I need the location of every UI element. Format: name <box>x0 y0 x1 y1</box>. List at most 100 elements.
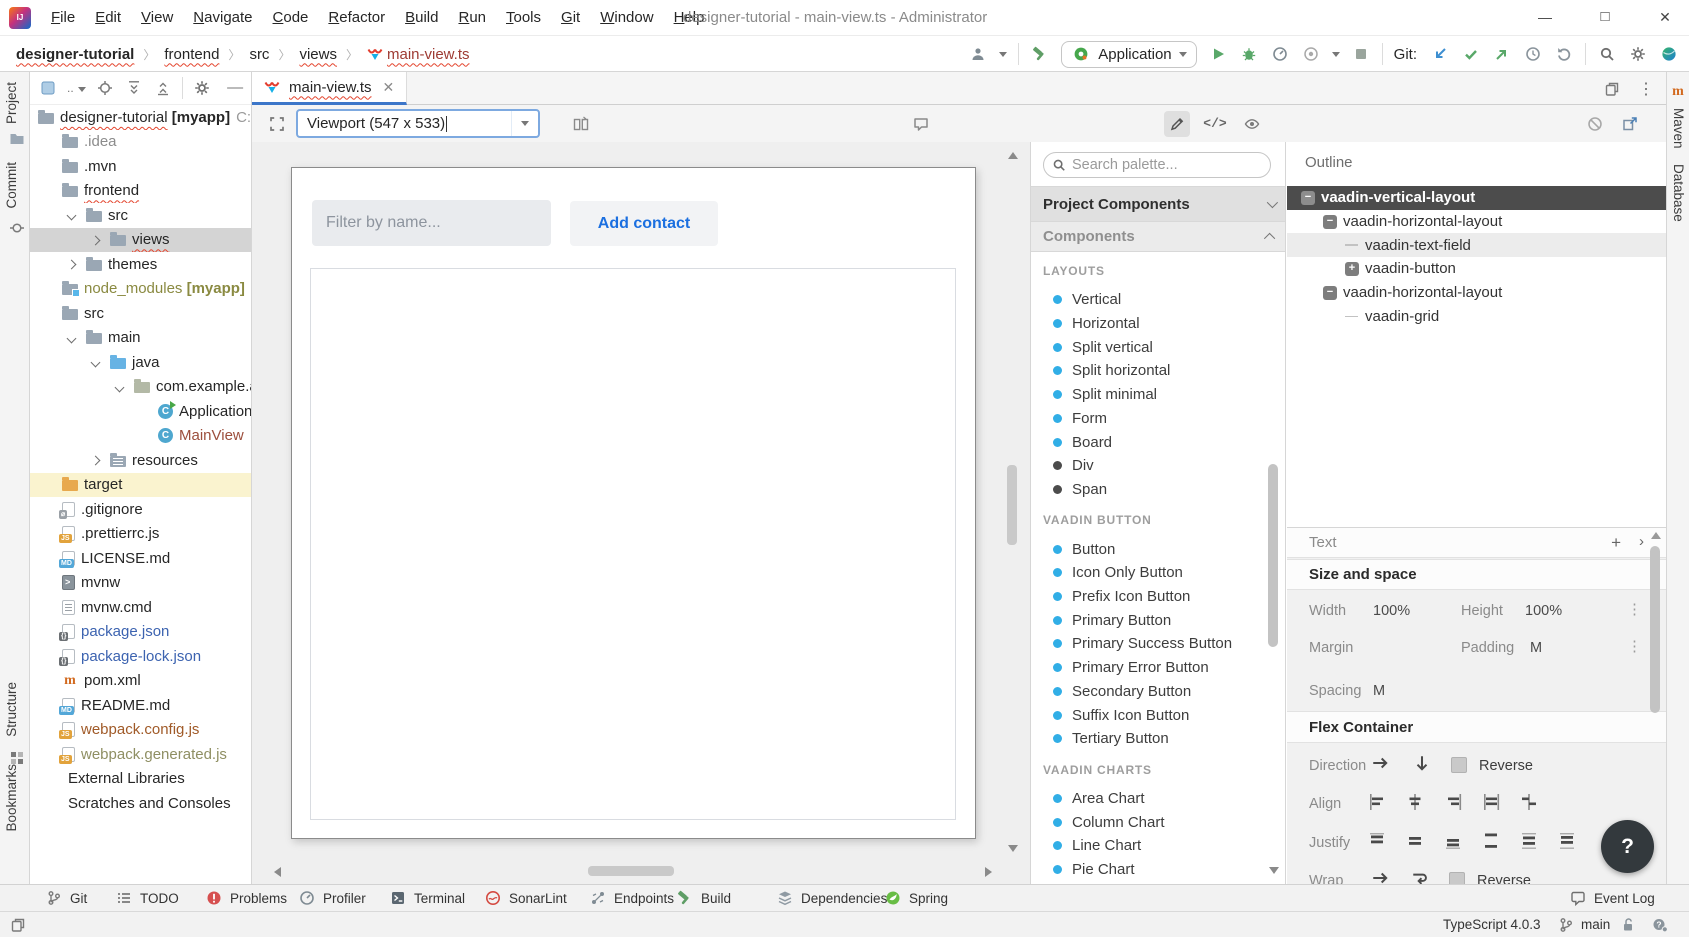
run-config-dropdown-icon[interactable] <box>1179 52 1187 57</box>
wrap-icon[interactable] <box>1411 869 1429 884</box>
justify-option-5-icon[interactable] <box>1557 831 1577 851</box>
menu-file[interactable]: File <box>41 0 85 35</box>
tree-chevron-icon[interactable] <box>91 358 101 368</box>
palette-item-secondary-button[interactable]: Secondary Button <box>1031 680 1271 704</box>
git-update-icon[interactable] <box>1430 44 1450 64</box>
open-in-window-icon[interactable] <box>1617 111 1643 137</box>
tab-project-components[interactable]: Project Components <box>1031 186 1286 222</box>
git-push-icon[interactable] <box>1492 44 1512 64</box>
vaadin-grid-placeholder[interactable] <box>310 268 956 820</box>
justify-option-0-icon[interactable] <box>1367 831 1387 851</box>
menu-view[interactable]: View <box>131 0 183 35</box>
tree-item-mvnw[interactable]: mvnw <box>30 571 252 596</box>
tree-item-src[interactable]: src <box>30 203 252 228</box>
toolwindow-build[interactable]: Build <box>675 885 731 911</box>
palette-item-split-horizontal[interactable]: Split horizontal <box>1031 359 1271 383</box>
ide-fatal-errors[interactable]: ? <box>1650 912 1670 937</box>
tree-item-webpack-generated-js[interactable]: webpack.generated.js <box>30 742 252 767</box>
outline-node-0[interactable]: −vaadin-vertical-layout <box>1287 186 1666 210</box>
expand-all-icon[interactable] <box>124 78 144 98</box>
viewport-selector[interactable]: Viewport (547 x 533) <box>296 109 540 138</box>
history-icon[interactable] <box>1523 44 1543 64</box>
palette-item-board[interactable]: Board <box>1031 430 1271 454</box>
tree-item-pom-xml[interactable]: pom.xml <box>30 669 252 694</box>
collapse-node-icon[interactable]: − <box>1323 215 1337 229</box>
palette-item-tertiary-button[interactable]: Tertiary Button <box>1031 727 1271 751</box>
palette-item-icon-only-button[interactable]: Icon Only Button <box>1031 561 1271 585</box>
tool-window-structure[interactable]: Structure <box>4 682 19 737</box>
status-corner-icon[interactable] <box>8 912 28 937</box>
user-dropdown-icon[interactable] <box>999 52 1007 57</box>
collapse-all-icon[interactable] <box>153 78 173 98</box>
tool-window-commit[interactable]: Commit <box>4 162 19 209</box>
justify-option-1-icon[interactable] <box>1405 831 1425 851</box>
tree-item--mvn[interactable]: .mvn <box>30 154 252 179</box>
breadcrumb-item-frontend[interactable]: frontend <box>164 46 219 63</box>
palette-item-suffix-icon-button[interactable]: Suffix Icon Button <box>1031 703 1271 727</box>
tree-chevron-icon[interactable] <box>67 260 77 270</box>
collapse-node-icon[interactable]: − <box>1301 191 1315 205</box>
comment-icon[interactable] <box>908 111 934 137</box>
disabled-highlight-icon[interactable] <box>1582 111 1608 137</box>
toolwindow-endpoints[interactable]: Endpoints <box>588 885 674 911</box>
outline-node-4[interactable]: −vaadin-horizontal-layout <box>1287 281 1666 305</box>
editor-layout-icon[interactable] <box>1602 79 1622 99</box>
menu-edit[interactable]: Edit <box>85 0 131 35</box>
direction-reverse-checkbox[interactable] <box>1451 757 1467 773</box>
outline-node-1[interactable]: −vaadin-horizontal-layout <box>1287 210 1666 234</box>
palette-item-prefix-icon-button[interactable]: Prefix Icon Button <box>1031 585 1271 609</box>
props-scrollbar[interactable] <box>1650 546 1660 713</box>
menu-run[interactable]: Run <box>448 0 496 35</box>
search-everywhere-icon[interactable] <box>1597 44 1617 64</box>
props-scroll-up-icon[interactable] <box>1651 532 1661 539</box>
palette-item-column-chart[interactable]: Column Chart <box>1031 810 1271 834</box>
tree-item-frontend[interactable]: frontend <box>30 179 252 204</box>
tree-chevron-icon[interactable] <box>115 382 125 392</box>
tab-options-icon[interactable]: ⋮ <box>1638 79 1654 99</box>
toolwindow-profiler[interactable]: Profiler <box>297 885 366 911</box>
palette-scroll-down-icon[interactable] <box>1269 867 1279 874</box>
tree-item-mvnw-cmd[interactable]: mvnw.cmd <box>30 595 252 620</box>
menu-window[interactable]: Window <box>590 0 663 35</box>
event-log-button[interactable]: Event Log <box>1568 885 1655 911</box>
maven-logo-icon[interactable] <box>1670 84 1686 99</box>
scroll-right-icon[interactable] <box>985 867 992 877</box>
tree-item-resources[interactable]: resources <box>30 448 252 473</box>
hide-panel-icon[interactable]: — <box>227 79 243 97</box>
code-view-icon[interactable]: </> <box>1202 111 1228 137</box>
height-value[interactable]: 100% <box>1525 603 1562 619</box>
edit-mode-icon[interactable] <box>1164 111 1190 137</box>
write-access-lock[interactable] <box>1618 912 1638 937</box>
margin-options-icon[interactable]: ⋮ <box>1627 637 1642 655</box>
tree-item-webpack-config-js[interactable]: webpack.config.js <box>30 718 252 743</box>
run-icon[interactable] <box>1208 44 1228 64</box>
project-folder-icon[interactable] <box>7 129 27 149</box>
tree-item-src[interactable]: src <box>30 301 252 326</box>
align-option-4-icon[interactable] <box>1519 792 1539 812</box>
align-option-0-icon[interactable] <box>1367 792 1387 812</box>
tree-chevron-icon[interactable] <box>91 235 101 245</box>
tree-item-readme-md[interactable]: README.md <box>30 693 252 718</box>
viewport-dropdown-icon[interactable] <box>511 111 538 136</box>
coverage-icon[interactable] <box>1301 44 1321 64</box>
palette-item-form[interactable]: Form <box>1031 407 1271 431</box>
toolwindow-todo[interactable]: TODO <box>114 885 179 911</box>
tree-item-package-json[interactable]: package.json <box>30 620 252 645</box>
tree-chevron-icon[interactable] <box>67 211 77 221</box>
tree-chevron-icon[interactable] <box>67 333 77 343</box>
close-button[interactable]: ✕ <box>1642 0 1688 34</box>
git-commit-icon[interactable] <box>1461 44 1481 64</box>
expand-property-icon[interactable]: › <box>1639 533 1644 553</box>
tree-item-mainview[interactable]: MainView <box>30 424 252 449</box>
toolwindow-sonarlint[interactable]: SonarLint <box>483 885 567 911</box>
project-viewmode-dropdown-icon[interactable]: .. <box>67 79 86 97</box>
breadcrumb-item-src[interactable]: src <box>249 46 269 63</box>
outline-node-5[interactable]: vaadin-grid <box>1287 305 1666 329</box>
panel-settings-icon[interactable] <box>192 78 212 98</box>
project-viewmode-icon[interactable] <box>38 78 58 98</box>
split-view-icon[interactable] <box>568 111 594 137</box>
minimize-button[interactable]: — <box>1522 0 1568 34</box>
palette-item-span[interactable]: Span <box>1031 478 1271 502</box>
palette-item-area-chart[interactable]: Area Chart <box>1031 787 1271 811</box>
tree-item--prettierrc-js[interactable]: .prettierrc.js <box>30 522 252 547</box>
